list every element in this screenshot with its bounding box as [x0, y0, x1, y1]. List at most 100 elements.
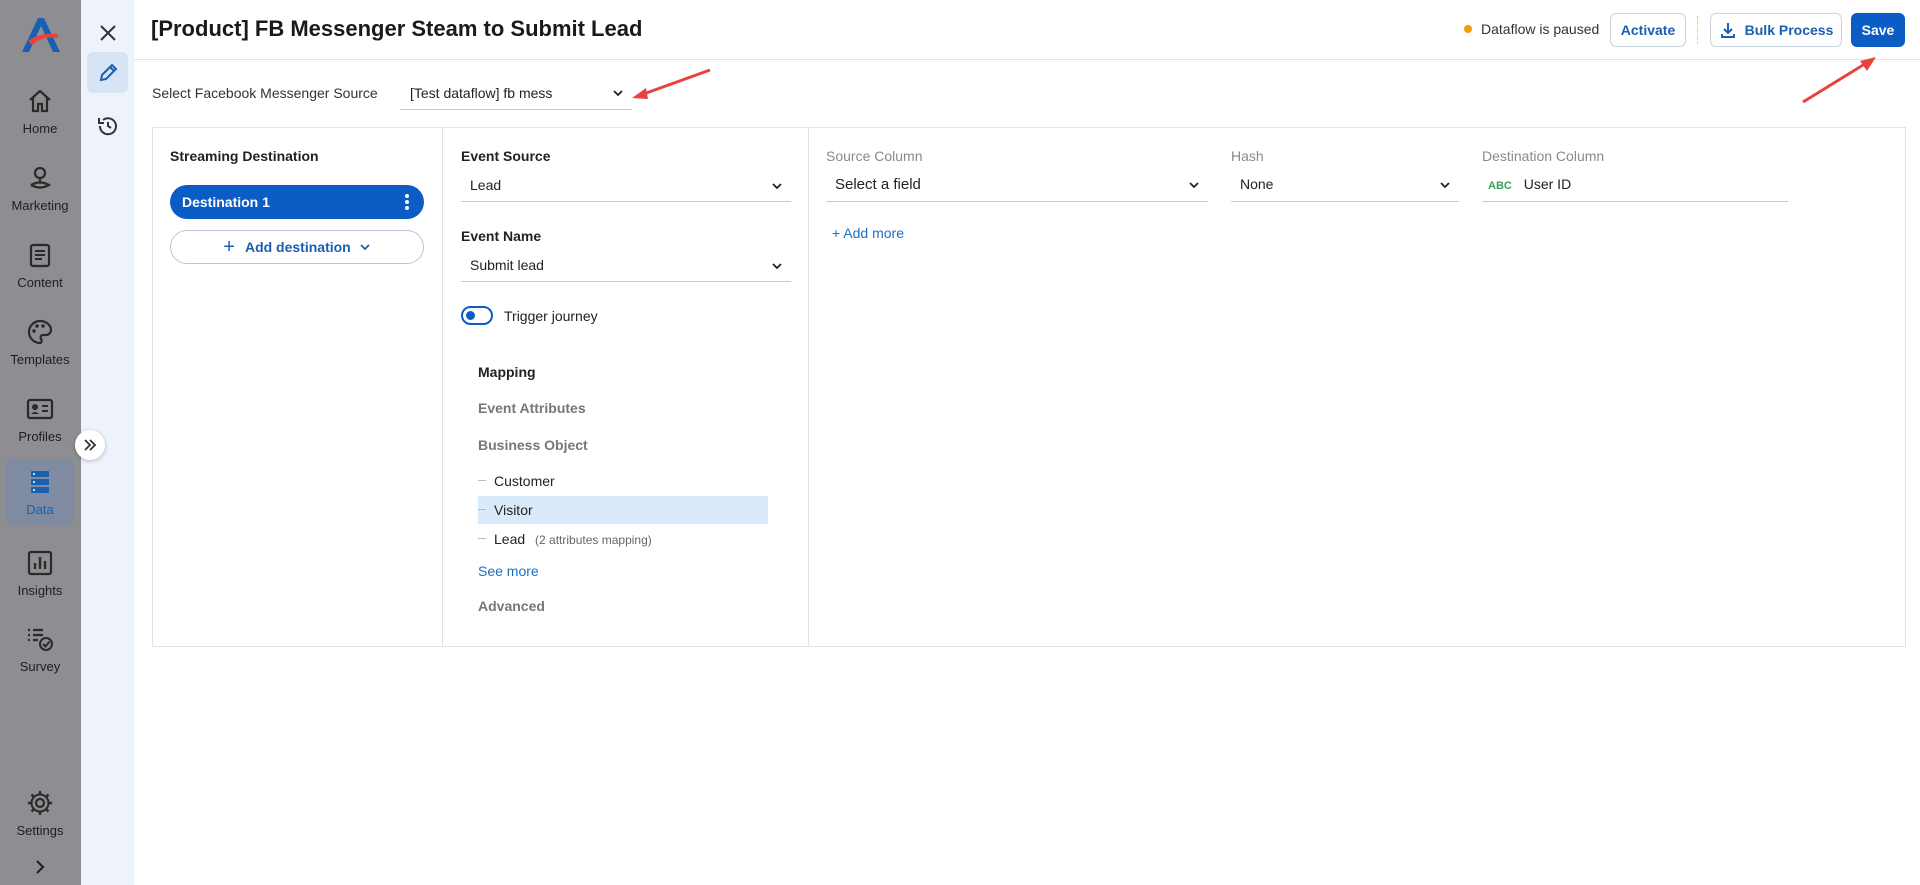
- destination-field: ABC User ID: [1482, 166, 1788, 202]
- double-chevron-right-icon: [84, 439, 97, 451]
- history-button[interactable]: [87, 105, 128, 146]
- event-column: Event Source Lead Event Name Submit lead…: [443, 128, 809, 646]
- source-select-value: [Test dataflow] fb mess: [410, 85, 553, 101]
- expand-nav-chevron-icon[interactable]: [28, 855, 52, 879]
- destination-label: Destination 1: [182, 194, 270, 210]
- source-field-value: Select a field: [835, 176, 921, 193]
- marketing-icon: [30, 166, 52, 189]
- event-name-title: Event Name: [461, 228, 542, 244]
- messenger-source-select[interactable]: [Test dataflow] fb mess: [400, 79, 632, 110]
- source-select-label: Select Facebook Messenger Source: [152, 85, 378, 101]
- main-nav: Home Marketing Content Templates Profile…: [0, 0, 81, 885]
- source-field-select[interactable]: Select a field: [826, 166, 1208, 202]
- tree-connector: [478, 480, 486, 481]
- dataflow-status: Dataflow is paused: [1464, 21, 1599, 37]
- nav-item-label: Profiles: [18, 429, 62, 444]
- business-object-lead[interactable]: Lead (2 attributes mapping): [478, 525, 768, 553]
- chevron-down-icon: [360, 244, 370, 251]
- survey-icon: [28, 628, 53, 651]
- header-divider: [1697, 16, 1698, 44]
- trigger-journey-label: Trigger journey: [504, 308, 598, 324]
- status-text: Dataflow is paused: [1481, 21, 1600, 37]
- status-dot-icon: [1464, 25, 1472, 33]
- app-logo-icon[interactable]: [18, 14, 62, 56]
- nav-item-label: Marketing: [11, 198, 69, 213]
- content-icon: [29, 243, 51, 268]
- field-mapping-column: Source Column Hash Destination Column Se…: [809, 128, 1905, 646]
- tree-connector: [478, 538, 486, 539]
- annotation-arrow-icon: [632, 68, 711, 99]
- bulk-process-label: Bulk Process: [1744, 22, 1834, 38]
- destination-field-value: User ID: [1523, 176, 1572, 192]
- event-source-title: Event Source: [461, 148, 551, 164]
- palette-icon: [27, 319, 53, 345]
- streaming-destination-column: Streaming Destination Destination 1 + Ad…: [153, 128, 443, 646]
- nav-item-profiles[interactable]: Profiles: [6, 386, 74, 452]
- page-header: [Product] FB Messenger Steam to Submit L…: [134, 0, 1920, 60]
- database-icon: [31, 471, 49, 493]
- nav-item-templates[interactable]: Templates: [6, 309, 74, 375]
- nav-item-label: Settings: [16, 823, 64, 838]
- nav-item-label: Templates: [10, 352, 70, 367]
- business-object-label: Lead: [494, 531, 526, 547]
- tree-connector: [478, 509, 486, 510]
- annotation-arrow-icon: [1802, 57, 1876, 104]
- business-object-note: (2 attributes mapping): [535, 533, 652, 547]
- streaming-destination-title: Streaming Destination: [170, 148, 319, 164]
- home-icon: [29, 89, 51, 113]
- business-object-customer[interactable]: Customer: [478, 467, 768, 495]
- close-icon: [99, 24, 116, 41]
- add-destination-label: Add destination: [244, 239, 351, 255]
- event-attributes-item[interactable]: Event Attributes: [478, 400, 586, 416]
- chevron-down-icon: [772, 263, 782, 270]
- save-button[interactable]: Save: [1851, 13, 1905, 47]
- gear-icon: [28, 791, 52, 815]
- string-type-icon: ABC: [1488, 180, 1512, 192]
- page-title: [Product] FB Messenger Steam to Submit L…: [151, 16, 643, 41]
- hash-column-header: Hash: [1231, 148, 1264, 164]
- pencil-icon: [99, 63, 117, 81]
- add-destination-button[interactable]: + Add destination: [170, 230, 424, 264]
- bulk-process-button[interactable]: Bulk Process: [1710, 13, 1842, 47]
- see-more-link[interactable]: See more: [478, 563, 539, 579]
- trigger-journey-toggle[interactable]: [461, 306, 493, 325]
- hash-value: None: [1240, 176, 1274, 192]
- download-icon: [1720, 23, 1735, 38]
- history-icon: [97, 116, 117, 135]
- nav-item-label: Survey: [19, 659, 61, 674]
- event-name-select[interactable]: Submit lead: [461, 249, 791, 282]
- profile-card-icon: [26, 398, 54, 420]
- nav-item-home[interactable]: Home: [6, 78, 74, 144]
- nav-item-settings[interactable]: Settings: [6, 780, 74, 846]
- event-name-value: Submit lead: [470, 257, 544, 273]
- event-source-select[interactable]: Lead: [461, 169, 791, 202]
- business-object-item[interactable]: Business Object: [478, 437, 588, 453]
- business-object-label: Customer: [494, 473, 555, 489]
- chevron-down-icon: [613, 90, 623, 97]
- add-more-link[interactable]: + Add more: [832, 225, 904, 241]
- nav-item-label: Data: [26, 502, 54, 517]
- nav-item-data[interactable]: Data: [6, 459, 74, 525]
- source-column-header: Source Column: [826, 148, 923, 164]
- nav-item-survey[interactable]: Survey: [6, 616, 74, 682]
- chevron-down-icon: [772, 183, 782, 190]
- advanced-item[interactable]: Advanced: [478, 598, 545, 614]
- chart-icon: [27, 550, 53, 576]
- activate-button[interactable]: Activate: [1610, 13, 1686, 47]
- nav-item-marketing[interactable]: Marketing: [6, 155, 74, 221]
- close-button[interactable]: [87, 12, 128, 53]
- expand-panel-button[interactable]: [75, 430, 105, 460]
- hash-select[interactable]: None: [1231, 166, 1459, 202]
- destination-column-header: Destination Column: [1482, 148, 1605, 164]
- nav-item-label: Insights: [17, 583, 63, 598]
- business-object-visitor[interactable]: Visitor: [478, 496, 768, 524]
- mapping-panel: Streaming Destination Destination 1 + Ad…: [152, 127, 1906, 647]
- more-vert-icon[interactable]: [404, 193, 410, 211]
- toggle-knob: [466, 311, 475, 320]
- business-object-label: Visitor: [494, 502, 533, 518]
- nav-item-insights[interactable]: Insights: [6, 540, 74, 606]
- nav-item-content[interactable]: Content: [6, 232, 74, 298]
- event-source-value: Lead: [470, 177, 502, 193]
- destination-item[interactable]: Destination 1: [170, 185, 424, 219]
- edit-button[interactable]: [87, 52, 128, 93]
